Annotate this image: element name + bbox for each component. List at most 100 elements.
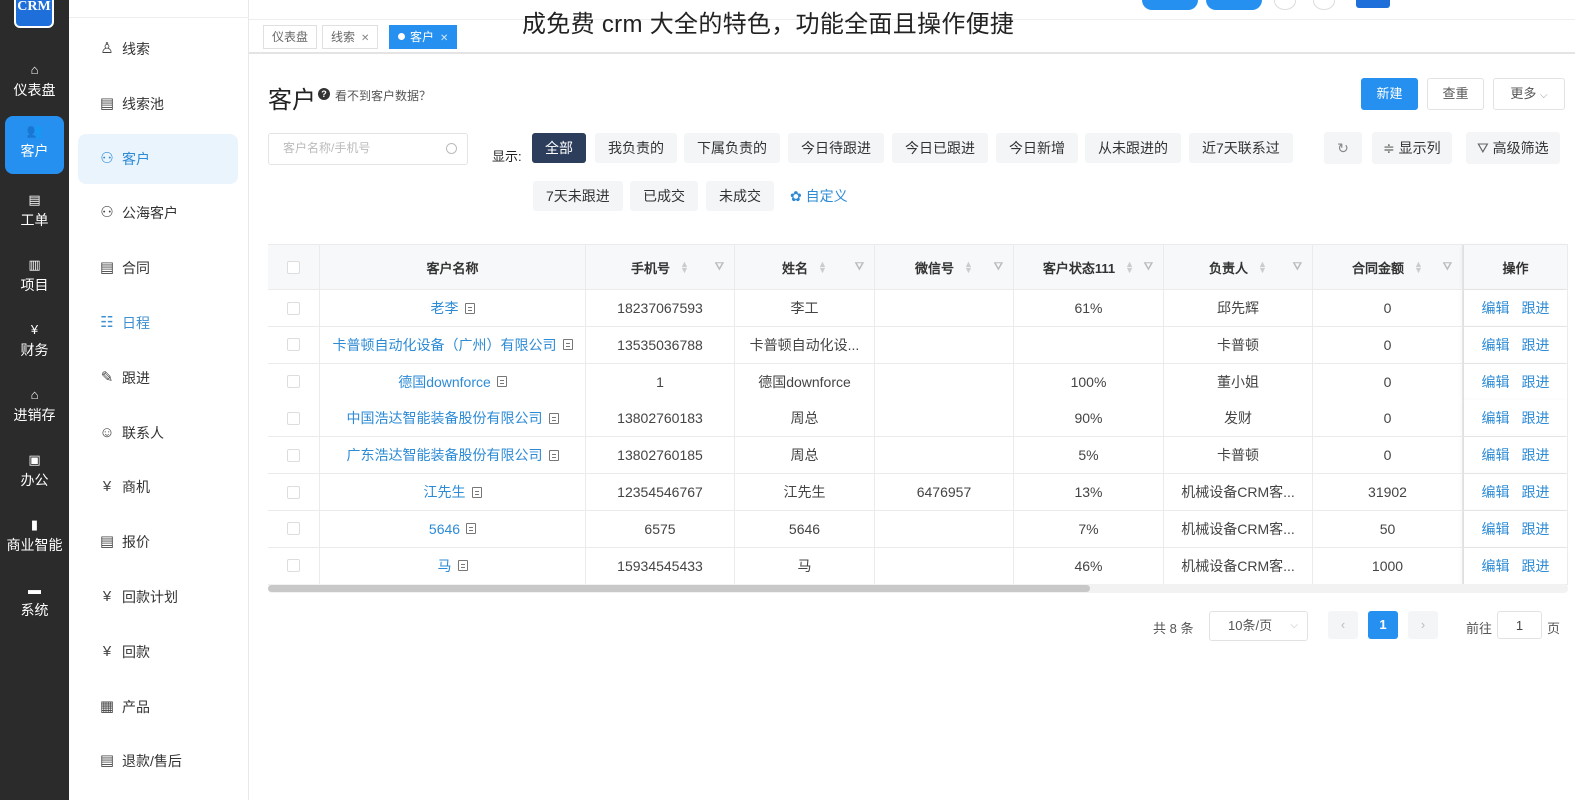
subnav-item[interactable]: ¥ 回款 <box>78 627 238 677</box>
filter-chip[interactable]: 7天未跟进 <box>533 181 623 211</box>
rail-item[interactable]: ⌂ 仪表盘 <box>5 55 64 113</box>
filter-icon[interactable]: ⛛ <box>994 261 1003 274</box>
customer-name-link[interactable]: 老李 <box>431 298 459 318</box>
edit-link[interactable]: 编辑 <box>1482 445 1510 465</box>
copy-icon[interactable] <box>471 486 482 498</box>
sort-icon[interactable]: ▲ ▼ <box>1125 260 1134 275</box>
table-row[interactable]: 卡普顿自动化设备（广州）有限公司 13535036788 卡普顿自动化设... 卡普顿… <box>268 326 1568 364</box>
new-button[interactable]: 新建 <box>1361 78 1418 110</box>
close-icon[interactable]: ✕ <box>361 33 369 44</box>
rail-item[interactable]: ▮ 商业智能 <box>5 510 64 568</box>
table-row[interactable]: 马 15934545433 马 46% 机械设备CRM客... 1000 编辑 跟进 <box>268 547 1568 585</box>
row-checkbox[interactable] <box>287 338 300 352</box>
row-checkbox[interactable] <box>287 559 300 573</box>
next-page-button[interactable]: › <box>1408 611 1438 639</box>
prev-page-button[interactable]: ‹ <box>1328 611 1358 639</box>
subnav-item[interactable]: ▤ 线索池 <box>78 79 238 129</box>
table-row[interactable]: 广东浩达智能装备股份有限公司 13802760185 周总 5% 卡普顿 0 编辑 跟进 <box>268 437 1568 475</box>
filter-chip[interactable]: 未成交 <box>706 181 774 211</box>
columns-button[interactable]: ≑ 显示列 <box>1372 132 1452 164</box>
copy-icon[interactable] <box>548 412 559 424</box>
close-icon[interactable]: ✕ <box>440 33 448 44</box>
copy-icon[interactable] <box>457 560 468 572</box>
row-checkbox[interactable] <box>287 448 300 462</box>
subnav-item[interactable]: ✎ 跟进 <box>78 353 238 403</box>
search-icon[interactable] <box>446 143 457 154</box>
copy-icon[interactable] <box>548 449 559 461</box>
subnav-item[interactable]: ☷ 日程 <box>78 298 238 348</box>
help-link[interactable]: 看不到客户数据？ <box>335 87 431 104</box>
header-action-button[interactable] <box>1206 0 1262 10</box>
subnav-item[interactable]: ▦ 产品 <box>78 682 238 732</box>
filter-chip[interactable]: 从未跟进的 <box>1085 133 1181 163</box>
table-row[interactable]: 5646 6575 5646 7% 机械设备CRM客... 50 编辑 跟进 <box>268 510 1568 548</box>
copy-icon[interactable] <box>466 523 477 535</box>
row-checkbox[interactable] <box>287 522 300 536</box>
filter-chip[interactable]: 近7天联系过 <box>1189 133 1293 163</box>
subnav-item[interactable]: ▤ 合同 <box>78 243 238 293</box>
edit-link[interactable]: 编辑 <box>1482 556 1510 576</box>
edit-link[interactable]: 编辑 <box>1482 408 1510 428</box>
customer-name-link[interactable]: 卡普顿自动化设备（广州）有限公司 <box>333 335 557 355</box>
row-checkbox[interactable] <box>287 301 300 315</box>
copy-icon[interactable] <box>496 376 507 388</box>
row-checkbox[interactable] <box>287 375 300 389</box>
dedupe-button[interactable]: 查重 <box>1427 78 1484 110</box>
table-row[interactable]: 江先生 12354546767 江先生 6476957 13% 机械设备CRM客... 31… <box>268 474 1568 511</box>
edit-link[interactable]: 编辑 <box>1482 335 1510 355</box>
filter-chip[interactable]: 下属负责的 <box>684 133 780 163</box>
follow-up-link[interactable]: 跟进 <box>1522 408 1550 428</box>
rail-item[interactable]: ▬ 系统 <box>5 575 64 633</box>
customer-name-link[interactable]: 中国浩达智能装备股份有限公司 <box>347 408 543 428</box>
user-avatar[interactable] <box>1356 0 1390 8</box>
follow-up-link[interactable]: 跟进 <box>1522 482 1550 502</box>
more-dropdown[interactable]: 更多 ⌵ <box>1493 78 1565 110</box>
customer-name-link[interactable]: 5646 <box>429 521 460 537</box>
subnav-item[interactable]: ⚇ 客户 <box>78 133 238 184</box>
page-size-select[interactable]: 10条/页 ⌵ <box>1209 611 1308 641</box>
edit-link[interactable]: 编辑 <box>1482 482 1510 502</box>
subnav-item[interactable]: ☺ 联系人 <box>78 408 238 458</box>
follow-up-link[interactable]: 跟进 <box>1522 298 1550 318</box>
subnav-item[interactable]: ▤ 退款/售后 <box>78 736 238 786</box>
goto-page-input[interactable] <box>1497 611 1542 639</box>
edit-link[interactable]: 编辑 <box>1482 372 1510 392</box>
table-row[interactable]: 中国浩达智能装备股份有限公司 13802760183 周总 90% 发财 0 编辑 跟进 <box>268 400 1568 438</box>
subnav-item[interactable]: ♙ 线索 <box>78 24 238 74</box>
row-checkbox[interactable] <box>287 485 300 499</box>
subnav-item[interactable]: ¥ 商机 <box>78 462 238 512</box>
subnav-item[interactable]: ⚇ 公海客户 <box>78 188 238 238</box>
rail-item[interactable]: ¥ 财务 <box>5 315 64 373</box>
table-row[interactable]: 老李 18237067593 李工 61% 邱先辉 0 编辑 跟进 <box>268 290 1568 327</box>
follow-up-link[interactable]: 跟进 <box>1522 445 1550 465</box>
filter-chip[interactable]: 今日待跟进 <box>788 133 884 163</box>
custom-filter-button[interactable]: ✿ 自定义 <box>786 181 852 211</box>
subnav-item[interactable]: ▤ 报价 <box>78 517 238 567</box>
customer-name-link[interactable]: 江先生 <box>424 482 466 502</box>
copy-icon[interactable] <box>562 339 573 351</box>
header-action-button[interactable] <box>1142 0 1198 10</box>
copy-icon[interactable] <box>464 302 475 314</box>
help-icon[interactable]: ? <box>318 88 330 100</box>
tab-dashboard[interactable]: 仪表盘 <box>263 25 318 49</box>
filter-chip[interactable]: 今日新增 <box>996 133 1078 163</box>
filter-chip[interactable]: 今日已跟进 <box>892 133 988 163</box>
customer-name-link[interactable]: 德国downforce <box>398 372 491 392</box>
rail-item[interactable]: ▣ 办公 <box>5 445 64 503</box>
follow-up-link[interactable]: 跟进 <box>1522 519 1550 539</box>
filter-chip[interactable]: 已成交 <box>630 181 698 211</box>
follow-up-link[interactable]: 跟进 <box>1522 556 1550 576</box>
sort-icon[interactable]: ▲ ▼ <box>1414 260 1423 275</box>
header-icon-button[interactable] <box>1313 0 1335 10</box>
sort-icon[interactable]: ▲ ▼ <box>818 260 827 275</box>
filter-icon[interactable]: ⛛ <box>1144 261 1153 274</box>
filter-icon[interactable]: ⛛ <box>855 261 864 274</box>
rail-item[interactable]: ⌂ 进销存 <box>5 380 64 438</box>
edit-link[interactable]: 编辑 <box>1482 519 1510 539</box>
follow-up-link[interactable]: 跟进 <box>1522 335 1550 355</box>
filter-icon[interactable]: ⛛ <box>1443 261 1452 274</box>
filter-chip[interactable]: 全部 <box>532 133 586 163</box>
rail-item[interactable]: 👥 客户 <box>5 116 64 174</box>
filter-icon[interactable]: ⛛ <box>1293 261 1302 274</box>
refresh-button[interactable]: ↻ <box>1324 132 1362 164</box>
